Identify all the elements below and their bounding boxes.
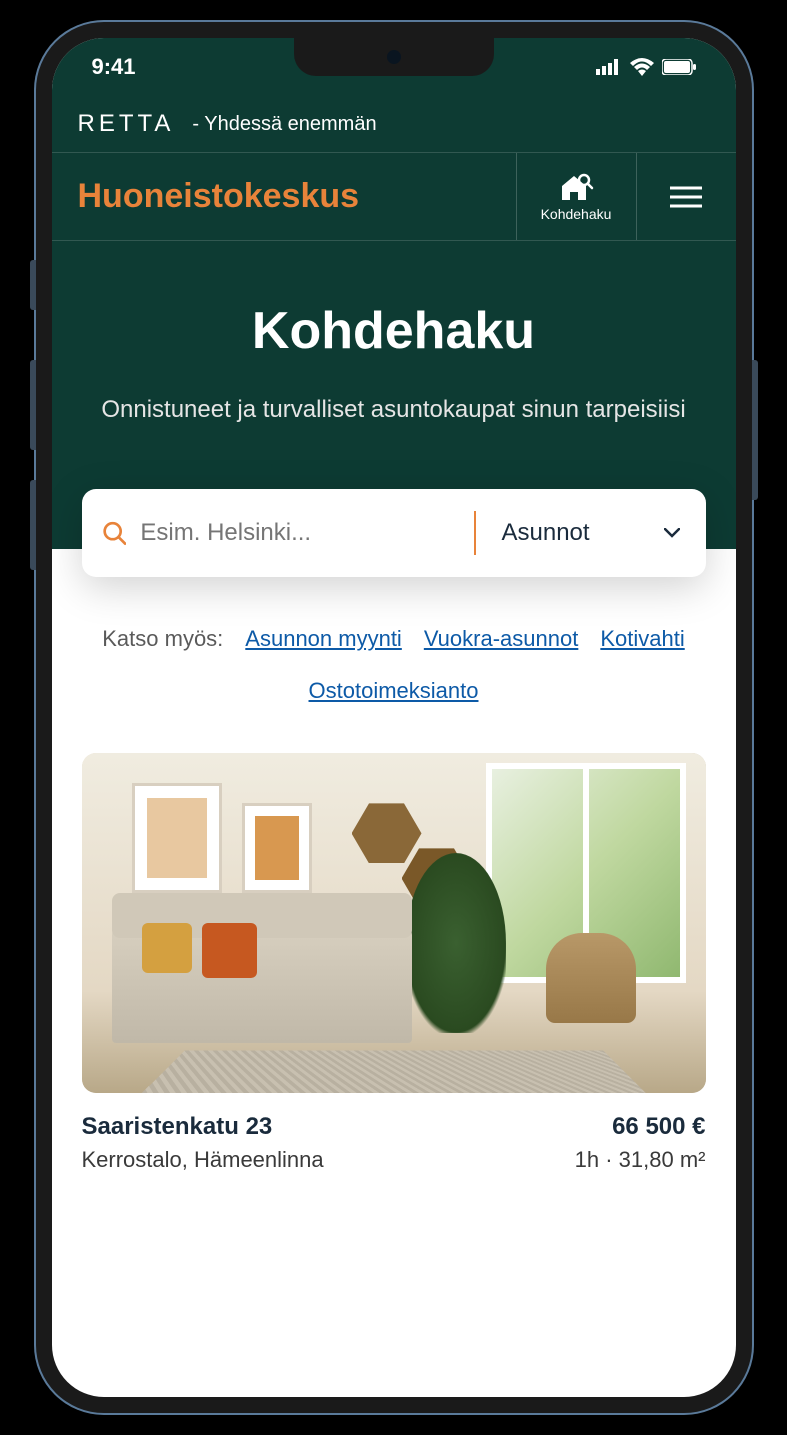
brand-logo[interactable]: Huoneistokeskus (52, 153, 516, 240)
listing-card[interactable]: Saaristenkatu 23 Kerrostalo, Hämeenlinna… (52, 743, 736, 1173)
nav-bar: Huoneistokeskus Kohdehaku (52, 153, 736, 241)
phone-notch (294, 38, 494, 76)
category-label: Asunnot (502, 519, 590, 547)
phone-screen: 9:41 RETTA - Yhdessä enemmän Huoneistoke… (52, 38, 736, 1397)
category-dropdown[interactable]: Asunnot (476, 519, 706, 547)
search-input-area[interactable] (82, 519, 474, 547)
kohdehaku-label: Kohdehaku (541, 206, 612, 222)
hero-title: Kohdehaku (82, 301, 706, 361)
link-vuokra-asunnot[interactable]: Vuokra-asunnot (424, 617, 579, 661)
listing-price: 66 500 € (575, 1113, 706, 1141)
link-kotivahti[interactable]: Kotivahti (600, 617, 684, 661)
listing-title: Saaristenkatu 23 (82, 1113, 324, 1141)
house-search-icon (558, 172, 594, 202)
phone-side-button-right (752, 360, 758, 500)
status-icons (596, 58, 696, 76)
quick-links: Katso myös: Asunnon myynti Vuokra-asunno… (52, 577, 736, 743)
search-icon (102, 519, 127, 547)
status-time: 9:41 (92, 54, 136, 80)
search-box: Asunnot (82, 489, 706, 577)
retta-tagline: - Yhdessä enemmän (192, 113, 376, 136)
link-ostotoimeksianto[interactable]: Ostotoimeksianto (309, 669, 479, 713)
hamburger-icon (670, 186, 702, 208)
top-banner: RETTA - Yhdessä enemmän (52, 96, 736, 153)
phone-frame: 9:41 RETTA - Yhdessä enemmän Huoneistoke… (34, 20, 754, 1415)
listing-info: Saaristenkatu 23 Kerrostalo, Hämeenlinna… (82, 1093, 706, 1173)
wifi-icon (630, 58, 654, 76)
links-label: Katso myös: (102, 617, 223, 661)
listing-image (82, 753, 706, 1093)
search-wrapper: Asunnot (52, 489, 736, 577)
listing-details: 1h · 31,80 m² (575, 1147, 706, 1173)
battery-icon (662, 59, 696, 75)
kohdehaku-button[interactable]: Kohdehaku (516, 153, 636, 240)
phone-side-buttons-left (30, 260, 36, 600)
menu-button[interactable] (636, 153, 736, 240)
hero-subtitle: Onnistuneet ja turvalliset asuntokaupat … (82, 391, 706, 429)
chevron-down-icon (664, 528, 680, 538)
retta-logo: RETTA (78, 110, 175, 138)
link-asunnon-myynti[interactable]: Asunnon myynti (245, 617, 402, 661)
cellular-icon (596, 59, 622, 75)
listing-subtitle: Kerrostalo, Hämeenlinna (82, 1147, 324, 1173)
search-input[interactable] (140, 519, 453, 547)
